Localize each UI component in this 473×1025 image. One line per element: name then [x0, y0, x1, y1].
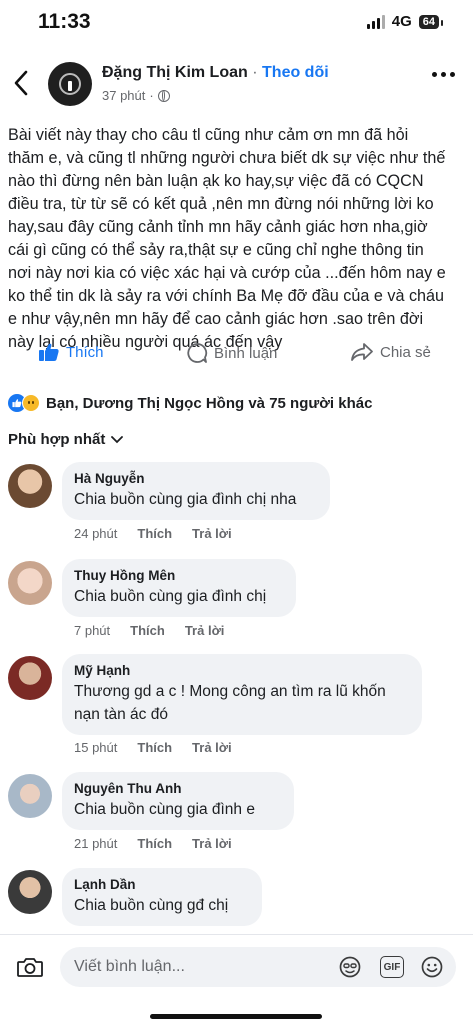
- reaction-summary[interactable]: Bạn, Dương Thị Ngọc Hồng và 75 người khá…: [8, 394, 372, 412]
- follow-button[interactable]: Theo dõi: [262, 64, 329, 81]
- like-label: Thích: [66, 343, 104, 361]
- comment-text: Chia buồn cùng gia đình e: [74, 801, 255, 818]
- back-arrow-icon[interactable]: [10, 68, 34, 98]
- comment-text: Chia buồn cùng gia đình chị nha: [74, 491, 297, 508]
- comment-like-button[interactable]: Thích: [137, 740, 172, 755]
- reaction-text: Bạn, Dương Thị Ngọc Hồng và 75 người khá…: [46, 394, 373, 412]
- commenter-name[interactable]: Mỹ Hạnh: [74, 662, 408, 680]
- author-line: Đặng Thị Kim Loan · Theo dõi: [102, 64, 329, 82]
- network-type: 4G: [391, 13, 412, 30]
- share-label: Chia sẻ: [380, 343, 431, 361]
- emoji-icon[interactable]: [420, 955, 444, 979]
- time-separator: ·: [149, 88, 154, 103]
- status-bar: 11:33 4G 64: [0, 0, 473, 44]
- comment-placeholder: Viết bình luận...: [74, 958, 185, 975]
- author-name[interactable]: Đặng Thị Kim Loan: [102, 64, 248, 81]
- chevron-down-icon: [111, 435, 124, 443]
- comment-text: Thương gd a c ! Mong công an tìm ra lũ k…: [74, 683, 386, 723]
- comment-reply-button[interactable]: Trả lời: [185, 623, 225, 638]
- comment-button[interactable]: Bình luận: [186, 342, 277, 364]
- share-button[interactable]: Chia sẻ: [350, 342, 431, 362]
- signal-icon: [366, 14, 385, 29]
- comment-reply-button[interactable]: Trả lời: [192, 526, 232, 541]
- camera-icon[interactable]: [16, 955, 44, 979]
- comment-meta: 7 phút Thích Trả lời: [74, 623, 224, 638]
- comment-bubble[interactable]: Nguyên Thu Anh Chia buồn cùng gia đình e: [62, 772, 294, 830]
- comment-meta: 24 phút Thích Trả lời: [74, 526, 232, 541]
- gif-icon[interactable]: GIF: [380, 956, 404, 978]
- comment-like-button[interactable]: Thích: [130, 623, 165, 638]
- commenter-avatar[interactable]: [8, 774, 52, 818]
- author-separator: ·: [252, 64, 258, 81]
- gif-label: GIF: [383, 961, 401, 973]
- globe-icon: [157, 89, 170, 102]
- comment-text: Chia buồn cùng gđ chị: [74, 897, 229, 914]
- commenter-name[interactable]: Lạnh Dần: [74, 876, 248, 894]
- battery-icon: 64: [418, 14, 444, 29]
- comment-reply-button[interactable]: Trả lời: [192, 740, 232, 755]
- comment-meta: 15 phút Thích Trả lời: [74, 740, 232, 755]
- share-icon: [351, 343, 373, 361]
- comment-icon: [187, 343, 208, 363]
- comment-like-button[interactable]: Thích: [137, 836, 172, 851]
- commenter-avatar[interactable]: [8, 870, 52, 914]
- status-time: 11:33: [38, 10, 91, 33]
- comment-sort[interactable]: Phù hợp nhất: [8, 431, 124, 448]
- comment-composer: Viết bình luận... GIF: [0, 934, 473, 1025]
- sort-label: Phù hợp nhất: [8, 431, 106, 448]
- post-time: 37 phút ·: [102, 88, 170, 103]
- commenter-name[interactable]: Hà Nguyễn: [74, 470, 316, 488]
- comment-bubble[interactable]: Hà Nguyễn Chia buồn cùng gia đình chị nh…: [62, 462, 330, 520]
- comment-like-button[interactable]: Thích: [137, 526, 172, 541]
- comment-reply-button[interactable]: Trả lời: [192, 836, 232, 851]
- comment-time: 24 phút: [74, 526, 118, 541]
- commenter-avatar[interactable]: [8, 561, 52, 605]
- status-indicators: 4G 64: [366, 13, 444, 30]
- comment-input[interactable]: Viết bình luận... GIF: [60, 947, 456, 987]
- sad-reaction-icon: [22, 394, 40, 412]
- thumbs-up-icon: [39, 343, 59, 361]
- comment-time: 7 phút: [74, 623, 111, 638]
- post-actions: Thích Bình luận Chia sẻ: [0, 342, 473, 372]
- comment-text: Chia buồn cùng gia đình chị: [74, 588, 267, 605]
- commenter-avatar[interactable]: [8, 464, 52, 508]
- avatar-sticker-icon[interactable]: [338, 955, 362, 979]
- comment-meta: 21 phút Thích Trả lời: [74, 836, 232, 851]
- commenter-avatar[interactable]: [8, 656, 52, 700]
- reaction-icons: [8, 394, 40, 412]
- comment-label: Bình luận: [214, 344, 278, 362]
- comment-bubble[interactable]: Thuy Hồng Mên Chia buồn cùng gia đình ch…: [62, 559, 296, 617]
- post-timestamp[interactable]: 37 phút: [102, 88, 145, 103]
- post-text: Bài viết này thay cho câu tl cũng như cả…: [8, 126, 446, 351]
- comment-bubble[interactable]: Mỹ Hạnh Thương gd a c ! Mong công an tìm…: [62, 654, 422, 735]
- home-indicator: [150, 1014, 322, 1019]
- comment-time: 15 phút: [74, 740, 118, 755]
- like-button[interactable]: Thích: [38, 342, 104, 362]
- post-header: Đặng Thị Kim Loan · Theo dõi 37 phút ·: [0, 58, 473, 114]
- comment-bubble[interactable]: Lạnh Dần Chia buồn cùng gđ chị: [62, 868, 262, 926]
- commenter-name[interactable]: Thuy Hồng Mên: [74, 567, 282, 585]
- author-avatar[interactable]: [48, 62, 92, 106]
- comment-time: 21 phút: [74, 836, 118, 851]
- more-options-icon[interactable]: [432, 72, 455, 77]
- commenter-name[interactable]: Nguyên Thu Anh: [74, 780, 280, 798]
